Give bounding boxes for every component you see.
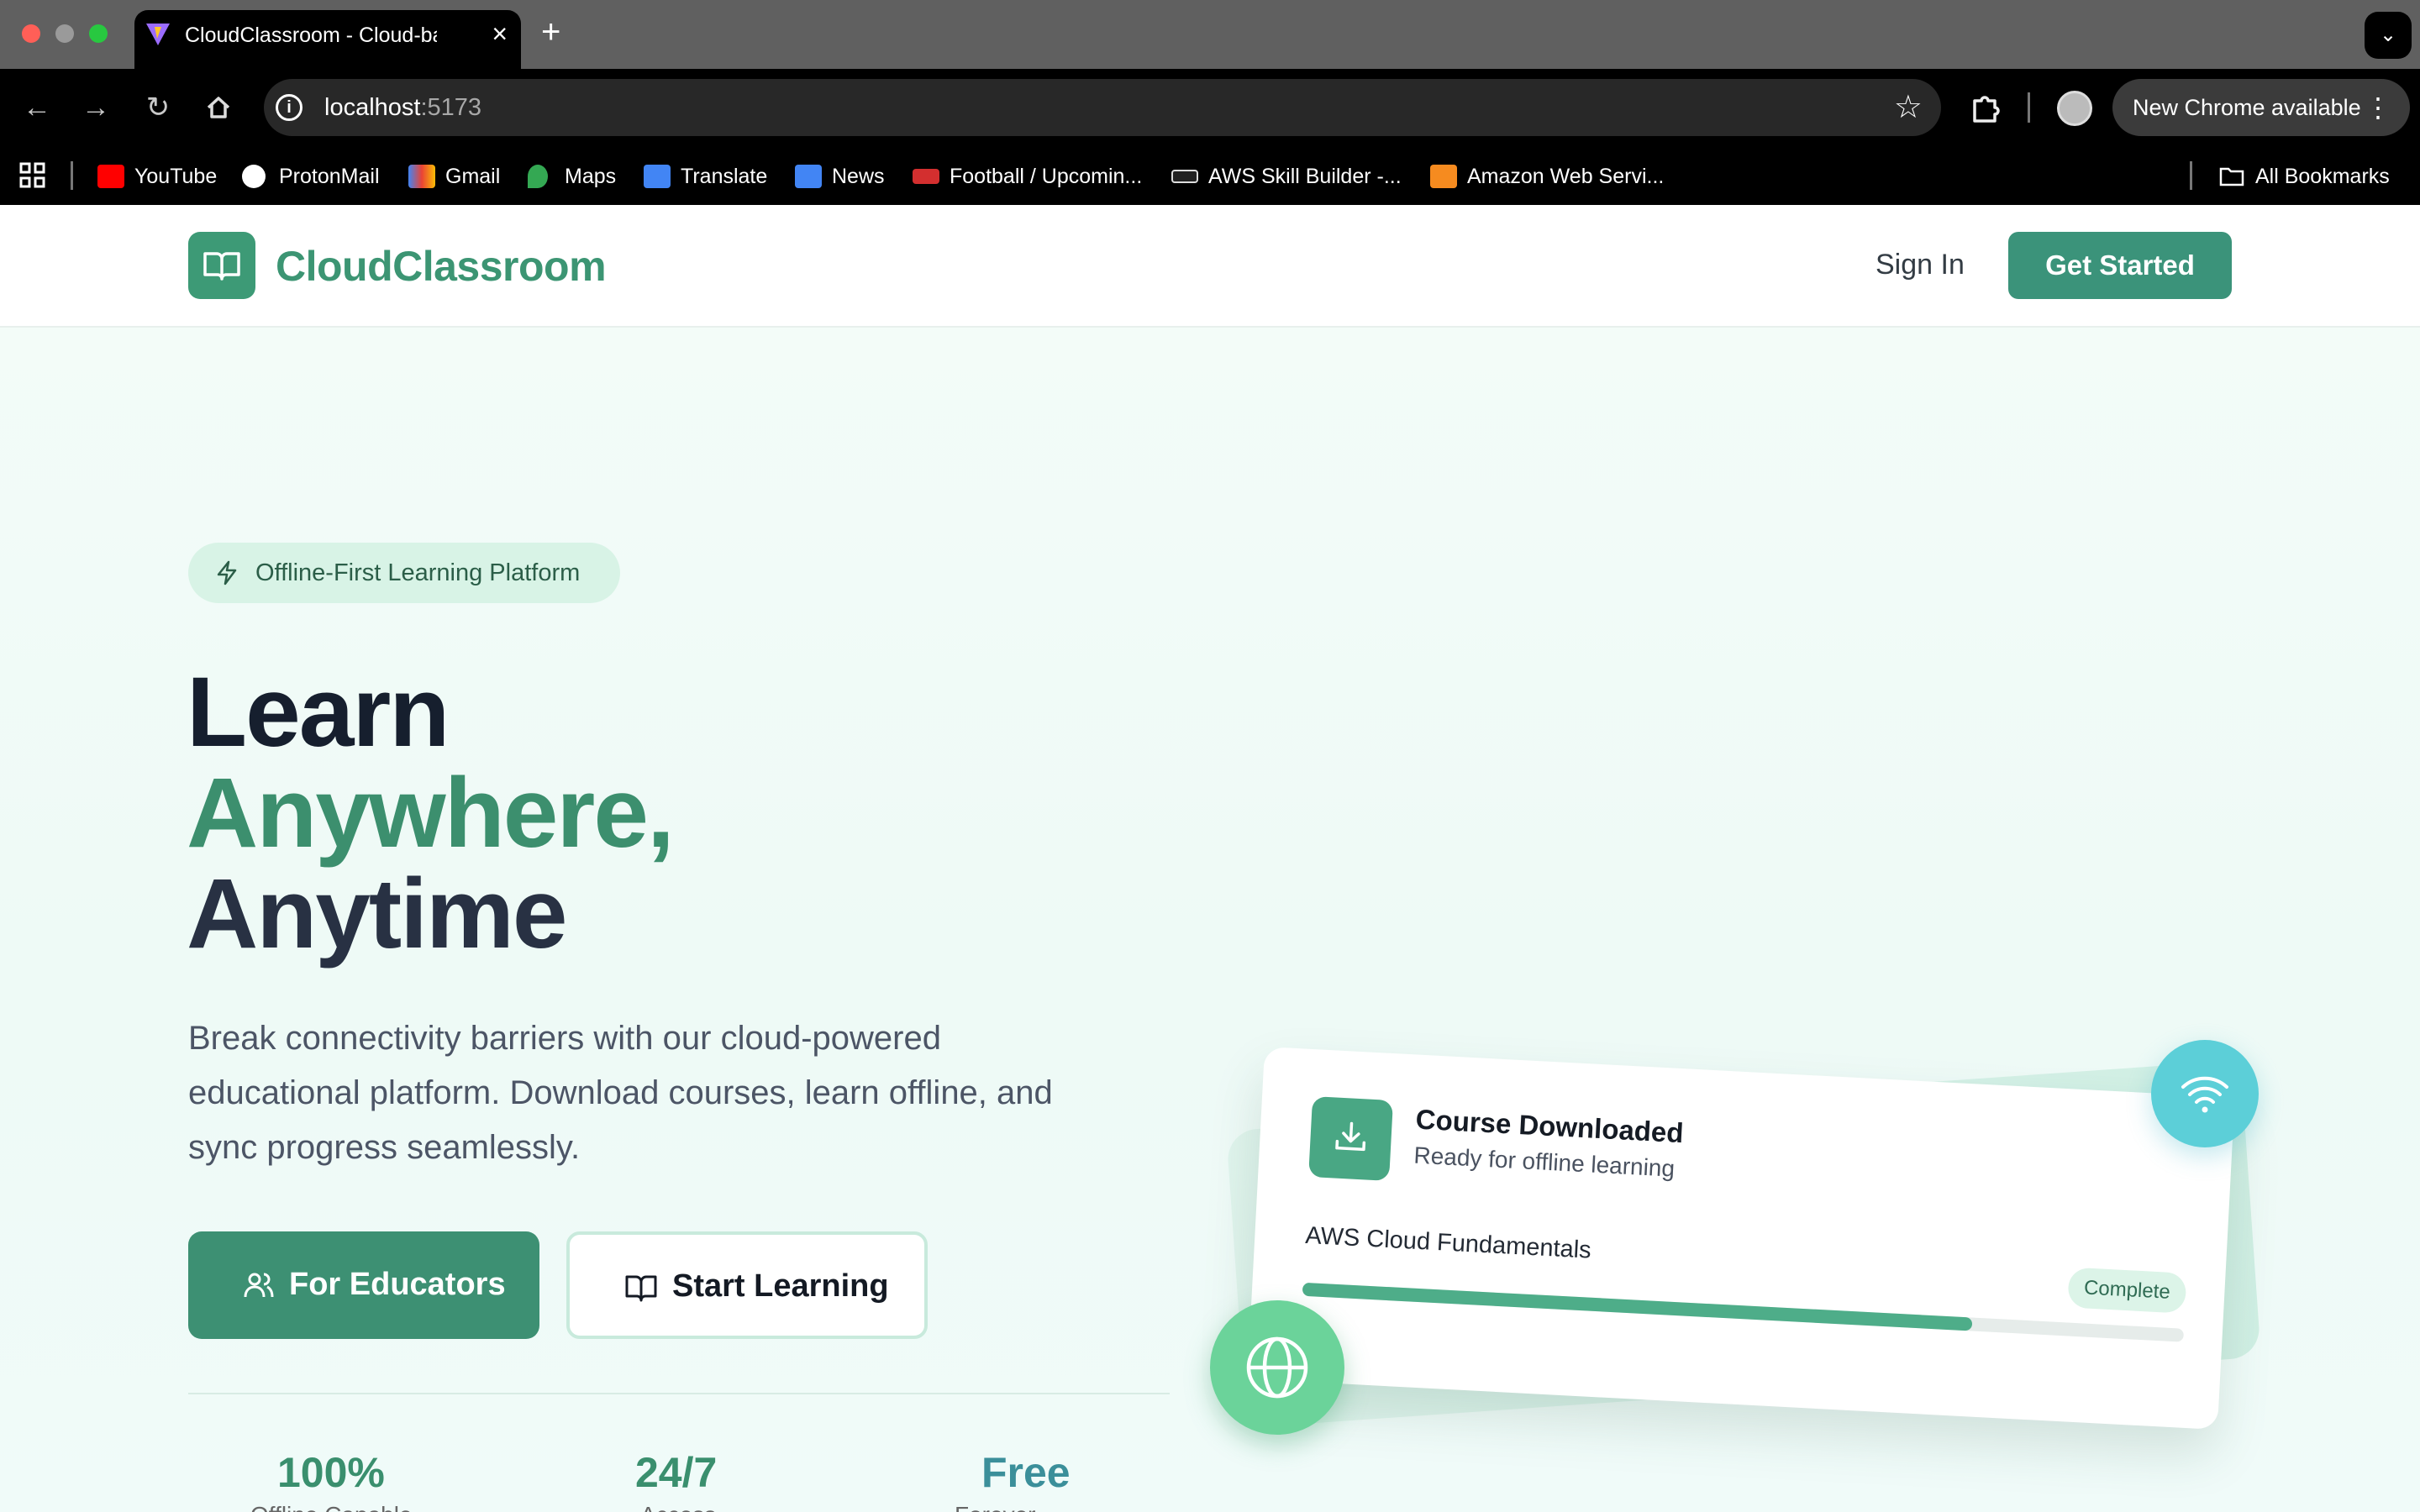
globe-badge xyxy=(1210,1300,1344,1435)
address-bar[interactable]: i localhost:5173 ☆ xyxy=(264,79,1941,136)
home-icon[interactable] xyxy=(200,89,237,126)
bookmark-football[interactable]: Football / Upcomin... xyxy=(913,161,1142,192)
bookmark-label: Maps xyxy=(565,165,617,188)
start-learning-label: Start Learning xyxy=(672,1268,889,1304)
bookmark-star-icon[interactable]: ☆ xyxy=(1894,89,1923,126)
page-content: CloudClassroom Sign In Get Started Offli… xyxy=(0,205,2420,1512)
bookmark-label: ProtonMail xyxy=(279,165,380,188)
course-download-card: Course Downloaded Ready for offline lear… xyxy=(1247,1047,2235,1430)
youtube-icon xyxy=(97,165,124,188)
news-icon xyxy=(795,165,822,188)
stat-value: Free xyxy=(981,1449,1071,1496)
book-open-icon xyxy=(203,252,240,281)
url-text: localhost:5173 xyxy=(324,94,482,121)
bookmark-news[interactable]: News xyxy=(795,161,885,192)
bookmarks-divider-right xyxy=(2190,161,2192,190)
bookmark-amazon-web-services[interactable]: Amazon Web Servi... xyxy=(1430,161,1664,192)
extensions-puzzle-icon[interactable] xyxy=(1966,87,2007,128)
globe-icon xyxy=(1246,1336,1308,1399)
lightning-icon xyxy=(217,560,237,585)
bookmark-gmail[interactable]: Gmail xyxy=(408,161,500,192)
bookmark-aws-skill-builder[interactable]: AWS Skill Builder -... xyxy=(1171,161,1402,192)
browser-tab-active[interactable]: CloudClassroom - Cloud-based × xyxy=(134,10,521,69)
apps-grid-icon[interactable] xyxy=(18,161,47,190)
sign-in-link[interactable]: Sign In xyxy=(1876,249,1965,281)
chrome-update-button[interactable]: New Chrome available ⋮ xyxy=(2112,79,2410,136)
all-bookmarks[interactable]: All Bookmarks xyxy=(2218,161,2390,192)
hero-title-line1: Learn xyxy=(187,657,450,768)
maps-icon xyxy=(528,165,548,188)
folder-icon xyxy=(2219,167,2244,186)
toolbar-divider xyxy=(2028,92,2030,123)
translate-icon xyxy=(644,165,671,188)
reload-icon[interactable]: ↻ xyxy=(139,89,176,126)
for-educators-button[interactable]: For Educators xyxy=(188,1231,539,1339)
stat-label: Access xyxy=(640,1502,716,1512)
card-subtitle: Ready for offline learning xyxy=(1413,1142,1676,1182)
profile-avatar[interactable] xyxy=(2057,91,2092,126)
forward-arrow-icon[interactable]: → xyxy=(77,89,114,126)
aws-icon xyxy=(1171,170,1198,183)
bookmark-label: All Bookmarks xyxy=(2255,165,2390,188)
tab-search-chevron-icon[interactable]: ⌄ xyxy=(2365,12,2412,59)
gmail-icon xyxy=(408,165,435,188)
bookmark-protonmail[interactable]: ProtonMail xyxy=(242,161,380,192)
course-name: AWS Cloud Fundamentals xyxy=(1304,1221,1592,1264)
stat-label: Offline Capable xyxy=(250,1502,413,1512)
tab-title: CloudClassroom - Cloud-based xyxy=(185,24,437,47)
bookmark-maps[interactable]: Maps xyxy=(528,161,616,192)
bookmark-label: Amazon Web Servi... xyxy=(1467,165,1665,188)
live-icon xyxy=(913,169,939,184)
bookmark-label: Football / Upcomin... xyxy=(950,165,1143,188)
bookmark-label: Gmail xyxy=(445,165,501,188)
hero-divider xyxy=(188,1393,1170,1394)
wifi-icon xyxy=(2181,1076,2228,1113)
hero-title-line2: Anywhere, xyxy=(187,758,675,869)
vite-icon xyxy=(146,24,170,45)
progress-fill xyxy=(1302,1282,1973,1331)
for-educators-label: For Educators xyxy=(289,1267,506,1302)
bookmarks-bar: YouTube ProtonMail Gmail Maps Translate … xyxy=(0,146,2420,205)
aws-cube-icon xyxy=(1430,165,1457,188)
new-tab-button[interactable]: + xyxy=(541,13,560,50)
site-info-icon[interactable]: i xyxy=(276,94,302,121)
card-title: Course Downloaded xyxy=(1414,1103,1685,1149)
bookmark-translate[interactable]: Translate xyxy=(644,161,767,192)
hero-subtitle: Break connectivity barriers with our clo… xyxy=(188,1020,1053,1166)
hero-badge: Offline-First Learning Platform xyxy=(188,543,620,603)
maximize-window-button[interactable] xyxy=(89,24,108,43)
tab-close-icon[interactable]: × xyxy=(492,18,508,49)
site-header: CloudClassroom Sign In Get Started xyxy=(0,205,2420,328)
download-badge xyxy=(1308,1096,1394,1181)
browser-tabstrip: CloudClassroom - Cloud-based × + ⌄ xyxy=(0,0,2420,69)
download-icon xyxy=(1335,1121,1366,1152)
book-open-icon xyxy=(625,1275,657,1302)
close-window-button[interactable] xyxy=(22,24,40,43)
hero-badge-label: Offline-First Learning Platform xyxy=(255,559,581,586)
get-started-button[interactable]: Get Started xyxy=(2008,232,2232,299)
more-menu-icon[interactable]: ⋮ xyxy=(2365,79,2391,136)
bookmark-label: News xyxy=(832,165,885,188)
hero-title-line3: Anytime xyxy=(187,858,568,969)
progress-bar xyxy=(1302,1282,2185,1342)
bookmark-label: Translate xyxy=(681,165,768,188)
stat-value: 24/7 xyxy=(635,1449,718,1496)
start-learning-button[interactable]: Start Learning xyxy=(566,1231,928,1339)
minimize-window-button[interactable] xyxy=(55,24,74,43)
update-label: New Chrome available xyxy=(2133,95,2361,120)
wifi-badge xyxy=(2151,1040,2259,1147)
bookmark-label: AWS Skill Builder -... xyxy=(1208,165,1402,188)
protonmail-icon xyxy=(242,165,266,188)
bookmark-youtube[interactable]: YouTube xyxy=(97,161,217,192)
bookmark-label: YouTube xyxy=(134,165,218,188)
users-icon xyxy=(244,1273,274,1298)
logo[interactable] xyxy=(188,232,255,299)
status-badge: Complete xyxy=(2067,1267,2187,1314)
stat-label: Forever xyxy=(955,1502,1035,1512)
stat-value: 100% xyxy=(277,1449,385,1496)
browser-toolbar: ← → ↻ i localhost:5173 ☆ New Chrome avai… xyxy=(0,69,2420,146)
brand-name[interactable]: CloudClassroom xyxy=(276,242,607,291)
back-arrow-icon[interactable]: ← xyxy=(18,89,55,126)
bookmarks-divider xyxy=(71,161,73,190)
